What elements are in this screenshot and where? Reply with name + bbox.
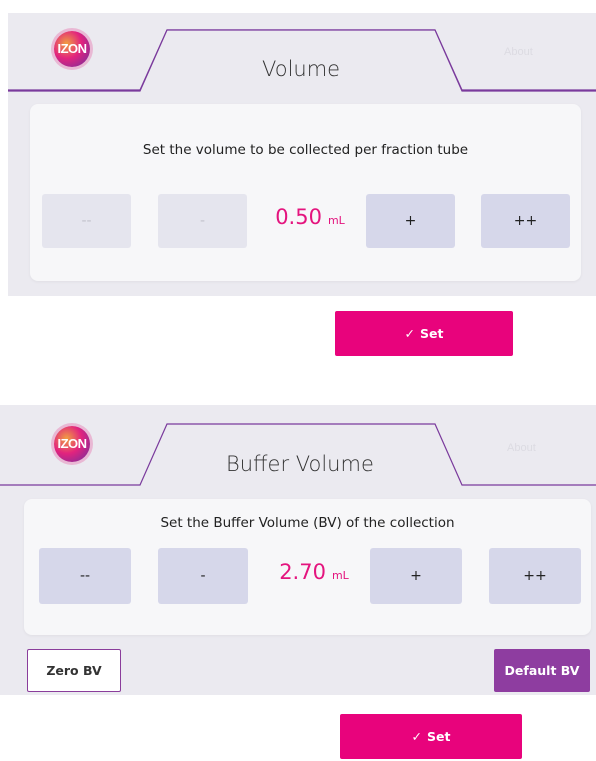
volume-value-display: 0.50 mL — [255, 205, 365, 229]
default-bv-button[interactable]: Default BV — [494, 649, 590, 692]
logo-text: IZON — [57, 41, 87, 56]
check-icon: ✓ — [411, 729, 422, 744]
set-volume-button[interactable]: ✓ Set — [335, 311, 513, 356]
izon-logo: IZON — [54, 31, 90, 67]
buffer-value: 2.70 — [279, 560, 326, 584]
buffer-unit: mL — [331, 569, 349, 582]
buffer-volume-prompt: Set the Buffer Volume (BV) of the collec… — [160, 515, 455, 531]
set-label: Set — [427, 729, 451, 744]
decrease-button[interactable]: - — [158, 194, 247, 248]
increase-button[interactable]: + — [366, 194, 455, 248]
tab-about[interactable]: About — [504, 46, 533, 58]
buffer-value-display: 2.70 mL — [258, 560, 370, 584]
tab-buffer-volume[interactable]: Buffer Volume — [226, 452, 374, 476]
volume-unit: mL — [327, 214, 345, 227]
increase-large-button[interactable]: ++ — [489, 548, 581, 604]
zero-bv-button[interactable]: Zero BV — [27, 649, 121, 692]
decrease-button[interactable]: - — [158, 548, 248, 604]
decrease-large-button[interactable]: -- — [42, 194, 131, 248]
set-label: Set — [420, 326, 444, 341]
izon-logo: IZON — [54, 426, 90, 462]
tab-volume[interactable]: Volume — [262, 57, 340, 81]
decrease-large-button[interactable]: -- — [39, 548, 131, 604]
tab-about[interactable]: About — [507, 442, 536, 454]
check-icon: ✓ — [404, 326, 415, 341]
logo-text: IZON — [57, 436, 87, 451]
volume-prompt: Set the volume to be collected per fract… — [142, 142, 469, 158]
volume-value: 0.50 — [275, 205, 322, 229]
volume-card: Set the volume to be collected per fract… — [30, 104, 581, 281]
increase-large-button[interactable]: ++ — [481, 194, 570, 248]
increase-button[interactable]: + — [370, 548, 462, 604]
set-buffer-volume-button[interactable]: ✓ Set — [340, 714, 522, 759]
